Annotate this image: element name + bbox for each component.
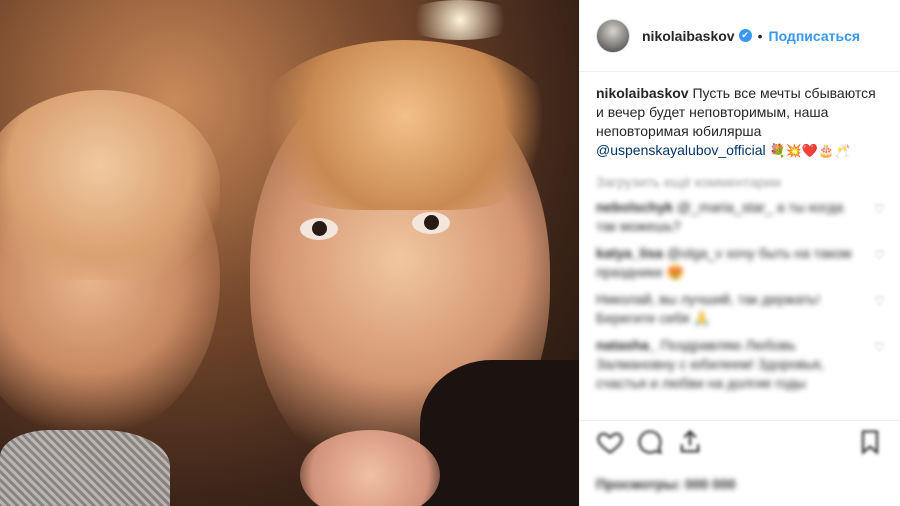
- caption-emoji: 💐💥❤️🎂🥂: [769, 143, 851, 158]
- comment-like-icon[interactable]: ♡: [874, 340, 885, 354]
- jacket: [420, 360, 579, 506]
- verified-badge-icon: ✔: [738, 29, 752, 42]
- comment-like-icon[interactable]: ♡: [874, 248, 885, 262]
- woman-hair: [0, 90, 220, 280]
- action-bar: [580, 420, 900, 462]
- comment-text: Николай, вы лучший, так держать! Берегит…: [596, 291, 820, 326]
- comment-username[interactable]: katya_lisa: [596, 245, 663, 261]
- comment-item: katya_lisa @olga_v хочу быть на таком пр…: [596, 244, 885, 282]
- comment-icon[interactable]: [636, 428, 664, 456]
- man-left-eye: [300, 218, 338, 240]
- comment-username[interactable]: nebolschyk: [596, 199, 673, 215]
- man-right-eye: [412, 212, 450, 234]
- share-icon[interactable]: [676, 428, 704, 456]
- background-light: [400, 0, 520, 40]
- load-more-comments[interactable]: Загрузить ещё комментарии: [596, 174, 884, 190]
- like-icon[interactable]: [596, 428, 624, 456]
- separator-dot: •: [757, 27, 763, 44]
- caption-mention[interactable]: @uspenskayalubov_official: [596, 142, 766, 158]
- comment-like-icon[interactable]: ♡: [874, 202, 885, 216]
- instagram-post: nikolaibaskov ✔ • Подписаться nikolaibas…: [0, 0, 900, 506]
- comment-item: natasha_ Поздравляю Любовь Залмановну с …: [596, 336, 885, 393]
- post-video[interactable]: [0, 0, 579, 506]
- caption-username[interactable]: nikolaibaskov: [596, 85, 689, 101]
- post-side-panel: nikolaibaskov ✔ • Подписаться nikolaibas…: [579, 0, 900, 506]
- comment-item: Николай, вы лучший, так держать! Берегит…: [596, 290, 885, 328]
- views-count: Просмотры: 000 000: [596, 476, 736, 492]
- post-caption: nikolaibaskov Пусть все мечты сбываются …: [596, 84, 884, 160]
- bookmark-icon[interactable]: [856, 428, 884, 456]
- man-hair: [255, 40, 555, 210]
- header-username[interactable]: nikolaibaskov: [642, 28, 735, 44]
- post-header: nikolaibaskov ✔ • Подписаться: [580, 0, 900, 72]
- sequin-dress: [0, 430, 170, 506]
- comment-username[interactable]: natasha_: [596, 337, 657, 353]
- comment-like-icon[interactable]: ♡: [874, 294, 885, 308]
- comment-item: nebolschyk @_maria_star_ а ты когда так …: [596, 198, 885, 236]
- comments-section: nikolaibaskov Пусть все мечты сбываются …: [580, 72, 900, 393]
- follow-button[interactable]: Подписаться: [769, 28, 861, 44]
- avatar[interactable]: [596, 18, 630, 53]
